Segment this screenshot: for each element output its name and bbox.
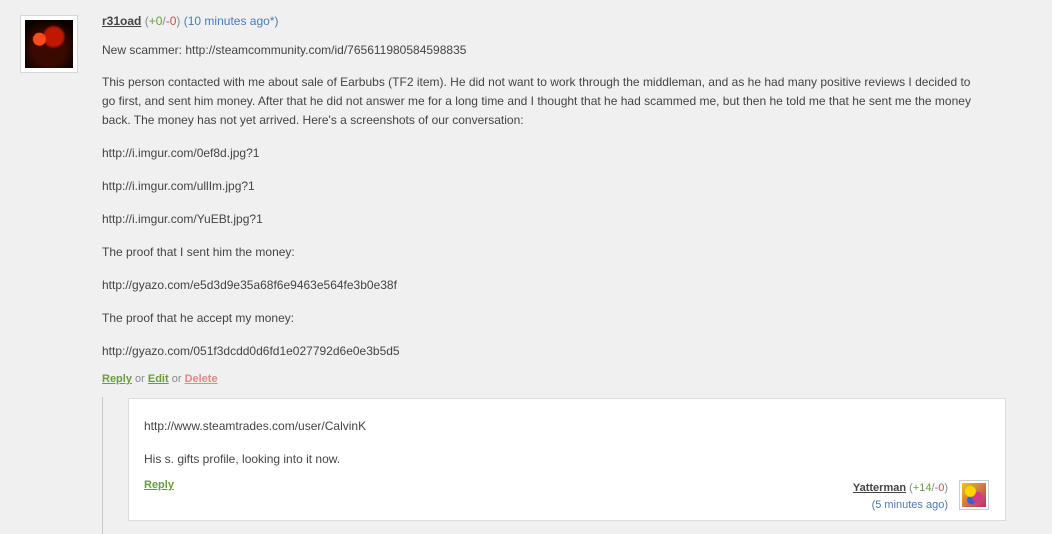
- edit-button[interactable]: Edit: [148, 373, 169, 385]
- reply-time[interactable]: (5 minutes ago): [853, 497, 948, 514]
- thread-line: [102, 397, 103, 534]
- reply-button[interactable]: Reply: [144, 479, 174, 491]
- or-separator: or: [171, 373, 182, 385]
- comment-actions: Reply or Edit or Delete: [102, 373, 218, 385]
- comment-text-line: http://i.imgur.com/ullIm.jpg?1: [102, 179, 255, 193]
- avatar-image: [962, 483, 986, 507]
- or-separator: or: [135, 373, 145, 385]
- reply-meta: Yatterman (+14/-0) (5 minutes ago): [853, 480, 948, 514]
- delete-button[interactable]: Delete: [185, 373, 218, 385]
- comment-text-line: http://i.imgur.com/YuEBt.jpg?1: [102, 212, 263, 226]
- comment-time[interactable]: (10 minutes ago*): [184, 14, 279, 28]
- comment-text-line: http://gyazo.com/051f3dcdd0d6fd1e027792d…: [102, 344, 400, 358]
- reply-username[interactable]: Yatterman: [853, 482, 906, 494]
- reply-text-line: http://www.steamtrades.com/user/CalvinK: [144, 419, 367, 433]
- reply-text-line: His s. gifts profile, looking into it no…: [144, 452, 341, 466]
- comment-meta: r31oad (+0/-0) (10 minutes ago*): [102, 14, 1002, 28]
- comment-avatar[interactable]: [20, 15, 78, 73]
- comment-text-line: http://gyazo.com/e5d3d9e35a68f6e9463e564…: [102, 278, 397, 292]
- comment-text-line: http://i.imgur.com/0ef8d.jpg?1: [102, 146, 260, 160]
- reply-avatar[interactable]: [959, 480, 989, 510]
- avatar-image: [25, 20, 73, 68]
- plus-votes: +0: [148, 14, 163, 28]
- vote-close: ): [176, 14, 181, 28]
- comment-text-line: New scammer: http://steamcommunity.com/i…: [102, 43, 467, 57]
- comment-text-line: The proof that he accept my money:: [102, 311, 295, 325]
- minus-votes: -0: [934, 482, 945, 494]
- comment-text-line: The proof that I sent him the money:: [102, 245, 295, 259]
- comment: r31oad (+0/-0) (10 minutes ago*) New sca…: [102, 14, 1002, 385]
- reply-button[interactable]: Reply: [102, 373, 132, 385]
- reply-comment: http://www.steamtrades.com/user/CalvinK …: [128, 398, 1006, 521]
- minus-votes: -0: [165, 14, 177, 28]
- vote-close: ): [944, 482, 948, 494]
- comment-text-line: back. The money has not yet arrived. Her…: [102, 113, 524, 127]
- comment-text-line: go first, and sent him money. After that…: [102, 94, 971, 108]
- comment-text-line: This person contacted with me about sale…: [102, 75, 971, 89]
- plus-votes: +14: [912, 482, 932, 494]
- comment-username[interactable]: r31oad: [102, 14, 141, 28]
